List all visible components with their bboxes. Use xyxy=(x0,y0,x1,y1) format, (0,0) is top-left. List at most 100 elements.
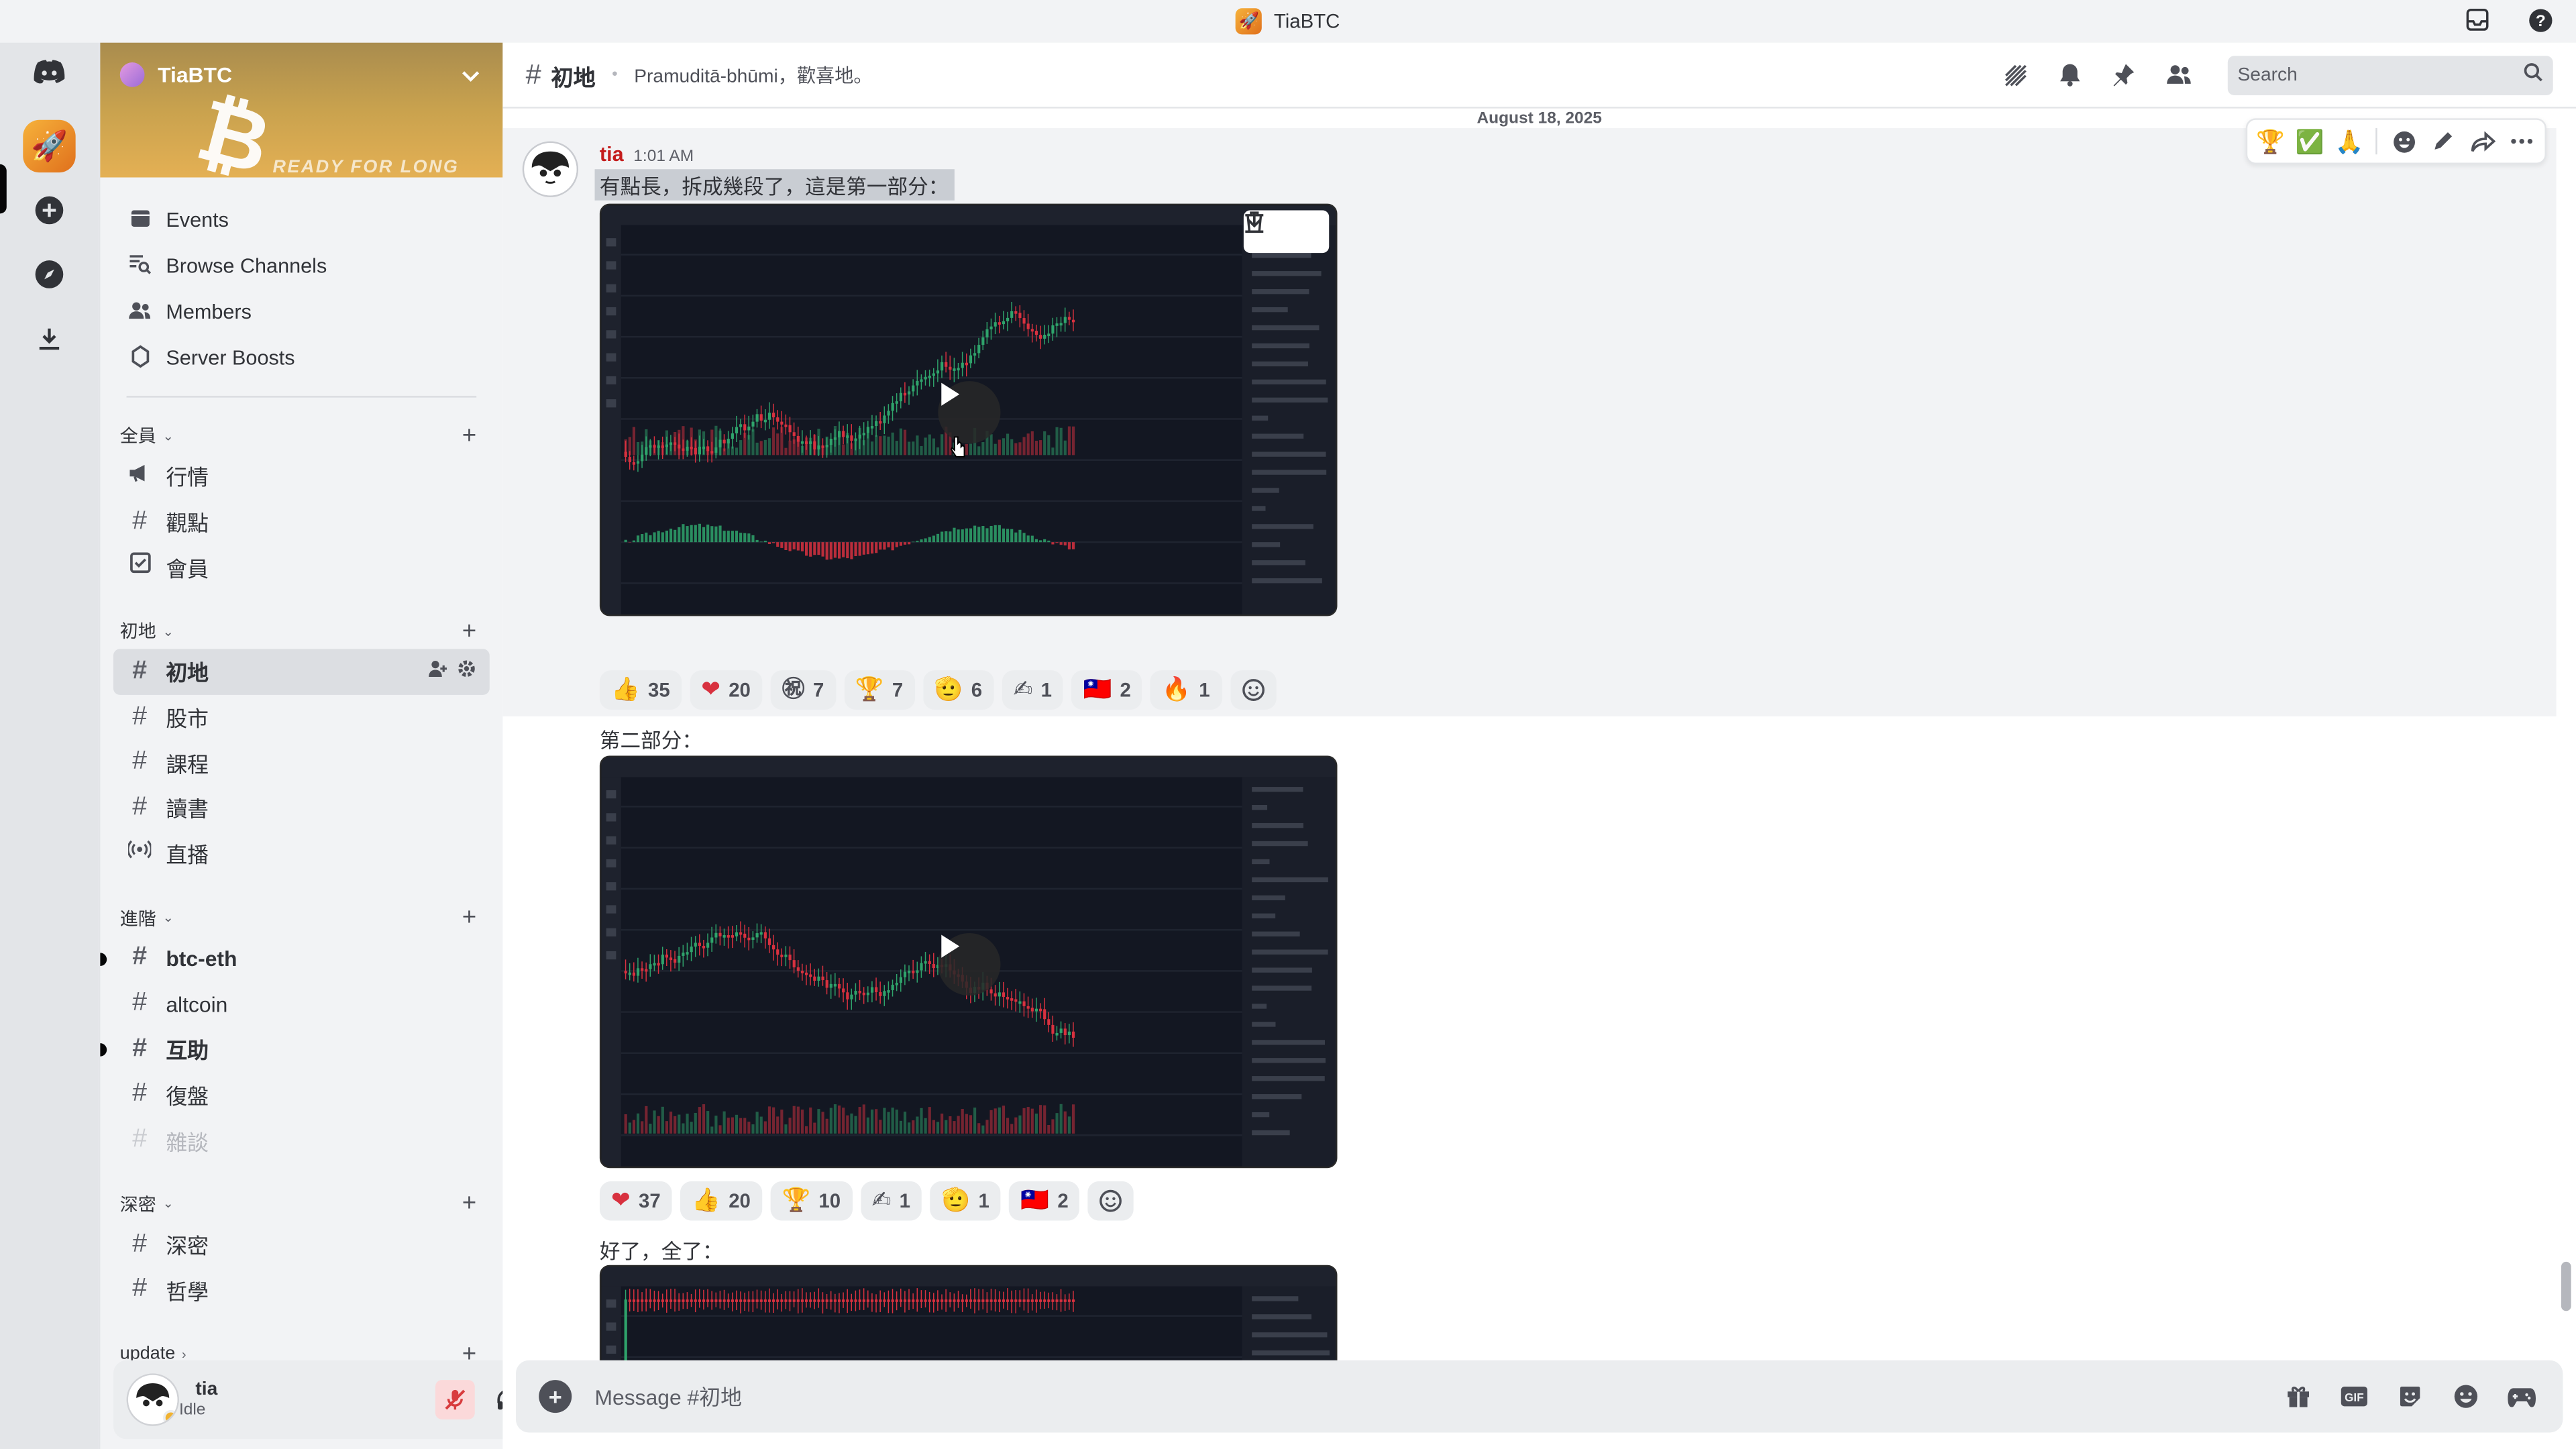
download-icon[interactable] xyxy=(23,312,75,364)
nav-members[interactable]: Members xyxy=(113,289,490,335)
quick-reaction-button[interactable]: 🙏 xyxy=(2333,123,2366,160)
category-header[interactable]: 初地 ⌄ + xyxy=(100,613,502,649)
add-server-icon[interactable] xyxy=(23,184,75,236)
add-channel-icon[interactable]: + xyxy=(462,1190,476,1218)
channel-item-active[interactable]: # 初地 xyxy=(113,649,490,695)
add-channel-icon[interactable]: + xyxy=(462,617,476,645)
game-controller-icon[interactable] xyxy=(2504,1379,2540,1415)
app-icon: 🚀 xyxy=(1236,8,1263,35)
message-avatar[interactable] xyxy=(522,141,579,197)
nav-server-boosts[interactable]: Server Boosts xyxy=(113,335,490,382)
reaction-chip[interactable]: 👍 35 xyxy=(599,670,682,710)
message-author[interactable]: tia xyxy=(600,143,624,166)
hash-icon: # xyxy=(525,58,541,90)
add-reaction-icon[interactable] xyxy=(2387,123,2420,160)
reaction-bar: ❤ 37 👍 20 🏆 10 ✍ 1 🫡 1 🇹🇼 2 xyxy=(599,1181,1134,1221)
hash-icon: # xyxy=(132,506,148,535)
reaction-count: 7 xyxy=(892,678,904,702)
members-icon xyxy=(127,300,153,325)
mute-microphone-button[interactable] xyxy=(435,1380,475,1419)
inbox-icon[interactable] xyxy=(2464,7,2490,33)
reaction-chip[interactable]: ✍ 1 xyxy=(860,1181,922,1221)
channel-item-unread[interactable]: # 互助 xyxy=(100,1026,490,1072)
channel-item[interactable]: # 復盤 xyxy=(113,1072,490,1118)
add-channel-icon[interactable]: + xyxy=(462,904,476,932)
gift-icon[interactable] xyxy=(2280,1379,2316,1415)
gear-icon[interactable] xyxy=(457,659,476,684)
discover-icon[interactable] xyxy=(23,248,75,301)
emoji-icon[interactable] xyxy=(2448,1379,2484,1415)
gif-icon[interactable]: GIF xyxy=(2336,1379,2372,1415)
add-reaction-button[interactable] xyxy=(1230,670,1276,710)
channel-item[interactable]: # 股市 xyxy=(113,694,490,740)
invite-icon[interactable] xyxy=(427,659,447,684)
hash-icon: # xyxy=(132,943,148,972)
calendar-icon xyxy=(127,207,153,233)
message-composer: + GIF xyxy=(515,1360,2563,1433)
reaction-chip[interactable]: ❤ 37 xyxy=(599,1181,672,1221)
reaction-chip[interactable]: 🫡 1 xyxy=(930,1181,1002,1221)
chevron-down-icon[interactable] xyxy=(462,62,480,87)
reaction-chip[interactable]: 👍 20 xyxy=(680,1181,763,1221)
hash-icon: # xyxy=(132,793,148,822)
reaction-chip[interactable]: 🇹🇼 2 xyxy=(1071,670,1142,710)
channel-item-unread[interactable]: # btc-eth xyxy=(100,936,490,981)
add-channel-icon[interactable]: + xyxy=(462,421,476,449)
category-header[interactable]: 全員 ⌄ + xyxy=(100,417,502,453)
quick-reaction-button[interactable]: ✅ xyxy=(2294,123,2326,160)
reaction-chip[interactable]: 🏆 10 xyxy=(770,1181,853,1221)
reaction-chip[interactable]: 🔥 1 xyxy=(1150,670,1222,710)
reaction-count: 7 xyxy=(812,678,824,702)
channel-item[interactable]: # 深密 xyxy=(113,1222,490,1268)
channel-item[interactable]: # 觀點 xyxy=(113,499,490,545)
video-attachment[interactable] xyxy=(599,203,1338,616)
reaction-chip[interactable]: ㊗ 7 xyxy=(770,670,836,710)
channel-topic[interactable]: Pramuditā-bhūmi，歡喜地。 xyxy=(634,62,872,88)
video-attachment[interactable] xyxy=(599,755,1338,1169)
message-input[interactable] xyxy=(594,1384,2074,1409)
channel-item[interactable]: # 哲學 xyxy=(113,1268,490,1313)
hash-icon: # xyxy=(132,702,148,731)
more-options-icon[interactable] xyxy=(2506,123,2538,160)
play-button[interactable] xyxy=(938,381,1001,444)
help-icon[interactable]: ? xyxy=(2527,7,2553,33)
sticker-icon[interactable] xyxy=(2392,1379,2428,1415)
channel-item[interactable]: # altcoin xyxy=(113,981,490,1027)
download-icon[interactable] xyxy=(1245,210,1330,253)
channel-item-muted[interactable]: # 雜談 xyxy=(113,1118,490,1163)
hash-icon: # xyxy=(132,989,148,1017)
reaction-chip[interactable]: 🫡 6 xyxy=(922,670,994,710)
nav-browse-channels[interactable]: Browse Channels xyxy=(113,243,490,289)
reaction-chip[interactable]: 🏆 7 xyxy=(843,670,915,710)
avatar[interactable] xyxy=(126,1373,179,1426)
channel-item[interactable]: 直播 xyxy=(113,831,490,877)
upload-plus-button[interactable]: + xyxy=(539,1380,572,1413)
hash-icon: # xyxy=(132,657,148,685)
search-input[interactable]: Search xyxy=(2227,55,2553,95)
reaction-chip[interactable]: ✍ 1 xyxy=(1002,670,1064,710)
pin-icon[interactable] xyxy=(2109,61,2137,89)
category-header[interactable]: 深密 ⌄ + xyxy=(100,1186,502,1222)
channel-item[interactable]: # 課程 xyxy=(113,740,490,786)
channel-item[interactable]: 行情 xyxy=(113,453,490,499)
forward-icon[interactable] xyxy=(2466,123,2499,160)
quick-reaction-button[interactable]: 🏆 xyxy=(2254,123,2287,160)
hash-icon: # xyxy=(132,1125,148,1154)
nav-events[interactable]: Events xyxy=(113,197,490,244)
server-tiabtc-icon[interactable]: 🚀 xyxy=(23,119,76,173)
member-list-icon[interactable] xyxy=(2163,61,2192,89)
edit-icon[interactable] xyxy=(2426,123,2459,160)
reaction-chip[interactable]: 🇹🇼 2 xyxy=(1009,1181,1080,1221)
discord-home-icon[interactable] xyxy=(23,46,75,99)
scrollbar-thumb[interactable] xyxy=(2561,1261,2571,1311)
bell-icon[interactable] xyxy=(2055,61,2084,89)
channel-item[interactable]: 會員 xyxy=(113,545,490,590)
channel-item[interactable]: # 讀書 xyxy=(113,786,490,831)
add-reaction-button[interactable] xyxy=(1088,1181,1134,1221)
category-header[interactable]: 進階 ⌄ + xyxy=(100,900,502,936)
reaction-chip[interactable]: ❤ 20 xyxy=(690,670,763,710)
server-banner[interactable]: ₿ READY FOR LONG TiaBTC xyxy=(100,42,503,178)
threads-icon[interactable] xyxy=(2001,61,2029,89)
server-header[interactable]: TiaBTC xyxy=(119,62,232,87)
play-button[interactable] xyxy=(938,933,1001,996)
